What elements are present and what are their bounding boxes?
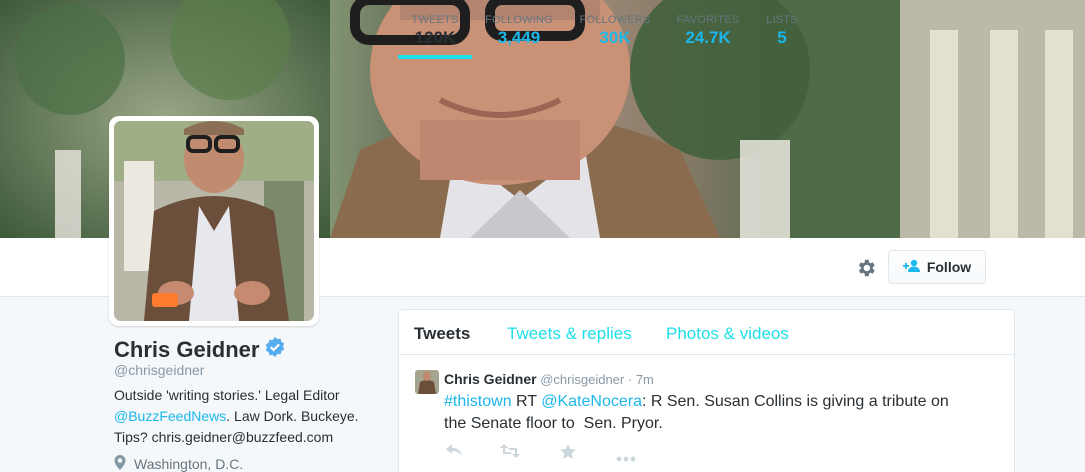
location-pin-icon: [114, 455, 126, 472]
profile-page: TWEETS 120K FOLLOWING 3,449 FOLLOWERS 30…: [0, 0, 1085, 472]
tweet-text-line2: the Senate floor to Sen. Pryor.: [444, 415, 663, 432]
profile-bio-line3: Tips? chris.geidner@buzzfeed.com: [114, 429, 334, 445]
tab-photos-videos[interactable]: Photos & videos: [666, 324, 789, 344]
stat-followers-label: FOLLOWERS: [579, 14, 651, 26]
tweet-avatar[interactable]: [415, 370, 439, 394]
tweet-actions: [444, 444, 664, 462]
profile-name[interactable]: Chris Geidner: [114, 337, 285, 363]
profile-avatar-image: [114, 121, 314, 321]
tweet-mention-link[interactable]: @KateNocera: [541, 393, 642, 410]
timeline: Tweets Tweets & replies Photos & videos …: [398, 309, 1015, 472]
retweet-icon[interactable]: [500, 444, 520, 463]
profile-location: Washington, D.C.: [114, 455, 243, 472]
profile-location-text: Washington, D.C.: [134, 456, 244, 472]
stat-tweets[interactable]: TWEETS 120K: [398, 0, 472, 59]
stat-favorites-label: FAVORITES: [676, 14, 740, 26]
tab-tweets[interactable]: Tweets: [414, 324, 470, 344]
tweet-header: Chris Geidner @chrisgeidner · 7m: [444, 371, 654, 387]
follow-button-label: Follow: [926, 259, 972, 275]
stat-followers[interactable]: FOLLOWERS 30K: [577, 0, 653, 58]
gear-icon[interactable]: [855, 257, 877, 279]
tweet-author-handle[interactable]: @chrisgeidner: [540, 372, 624, 387]
stat-lists-label: LISTS: [766, 14, 798, 26]
person-plus-icon: [902, 259, 921, 276]
profile-bio-line2: @BuzzFeedNews. Law Dork. Buckeye.: [114, 406, 374, 427]
profile-bio-line1: Outside 'writing stories.' Legal Editor: [114, 387, 340, 403]
stat-lists[interactable]: LISTS 5: [762, 0, 802, 58]
verified-badge-icon: [265, 337, 285, 363]
stat-following-value: 3,449: [497, 28, 541, 47]
tweet-text: #thistown RT @KateNocera: R Sen. Susan C…: [444, 391, 984, 435]
tweet-hashtag-link[interactable]: #thistown: [444, 393, 512, 410]
stat-following-label: FOLLOWING: [485, 14, 553, 26]
tweet-rt-text: RT: [511, 393, 542, 410]
profile-bio-line2-text: . Law Dork. Buckeye.: [226, 408, 359, 424]
stat-followers-value: 30K: [599, 28, 631, 47]
tweet-text-line1: #thistown RT @KateNocera: R Sen. Susan C…: [444, 391, 984, 413]
bio-mention-link[interactable]: @BuzzFeedNews: [114, 408, 226, 424]
stat-lists-value: 5: [777, 28, 787, 47]
follow-button[interactable]: Follow: [888, 250, 986, 284]
stat-following[interactable]: FOLLOWING 3,449: [483, 0, 555, 58]
reply-icon[interactable]: [446, 444, 462, 463]
timeline-tabs: Tweets Tweets & replies Photos & videos: [399, 310, 1014, 355]
tweet-timestamp[interactable]: 7m: [636, 372, 654, 387]
tweet-text-line1-rest: : R Sen. Susan Collins is giving a tribu…: [641, 393, 949, 410]
stat-favorites-value: 24.7K: [685, 28, 731, 47]
stat-tweets-value: 120K: [414, 28, 456, 47]
star-icon[interactable]: [560, 444, 576, 464]
tab-tweets-replies[interactable]: Tweets & replies: [507, 324, 632, 344]
profile-avatar[interactable]: [109, 116, 319, 326]
stat-favorites[interactable]: FAVORITES 24.7K: [674, 0, 742, 58]
tweet-separator: ·: [627, 372, 633, 387]
profile-bio: Outside 'writing stories.' Legal Editor …: [114, 385, 374, 448]
profile-name-text: Chris Geidner: [114, 337, 260, 362]
stat-tweets-label: TWEETS: [411, 14, 459, 26]
tweet-author-name[interactable]: Chris Geidner: [444, 371, 537, 387]
more-icon[interactable]: [616, 449, 636, 467]
profile-handle[interactable]: @chrisgeidner: [114, 362, 204, 378]
